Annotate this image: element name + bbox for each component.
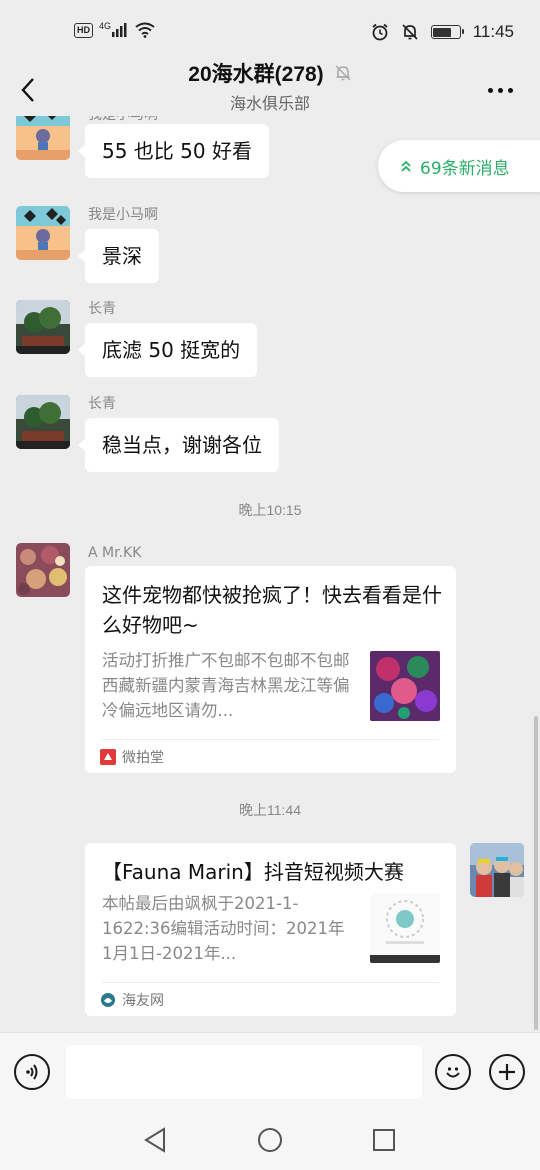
avatar-image — [16, 300, 70, 354]
more-button[interactable] — [480, 70, 520, 110]
wifi-icon — [135, 22, 155, 38]
avatar-image — [16, 543, 70, 597]
emoji-icon — [446, 1067, 460, 1078]
link-card[interactable]: 这件宠物都快被抢疯了！快去看看是什么好物吧~ 活动打折推广不包邮不包邮不包邮西藏… — [85, 566, 456, 773]
avatar-image — [470, 843, 524, 897]
status-right: 11:45 — [371, 22, 514, 42]
do-not-disturb-icon — [402, 24, 418, 40]
avatar-image — [16, 395, 70, 449]
voice-button[interactable] — [14, 1054, 50, 1090]
card-source-label: 微拍堂 — [122, 750, 164, 766]
emoji-button[interactable] — [435, 1054, 471, 1090]
avatar-image — [16, 116, 70, 160]
thumbnail-image — [370, 651, 440, 721]
timestamp: 晚上11:44 — [239, 802, 301, 818]
avatar[interactable] — [16, 395, 70, 449]
more-icon-dot — [497, 87, 503, 93]
new-messages-button[interactable]: 69条新消息 — [378, 140, 540, 192]
signal-icon — [112, 23, 127, 37]
nav-bar: 20海水群(278) 海水俱乐部 — [0, 63, 540, 116]
plus-button[interactable] — [489, 1054, 525, 1090]
chat-title: 20海水群(278) — [188, 63, 324, 86]
back-button[interactable] — [12, 70, 44, 110]
card-thumbnail — [370, 893, 440, 963]
chat-area[interactable]: 我是小马啊 55 也比 50 好看 我是小马啊 景深 长青 底滤 50 挺宽的 — [0, 116, 540, 1032]
sender-name: 我是小马啊 — [88, 207, 158, 223]
message-bubble[interactable]: 底滤 50 挺宽的 — [77, 323, 258, 377]
new-messages-label: 69条新消息 — [420, 158, 510, 179]
haiyou-logo-icon — [101, 993, 115, 1007]
home-circle-icon[interactable] — [257, 1127, 283, 1153]
status-left: HD 4G — [74, 21, 155, 38]
timestamp: 晚上10:15 — [238, 502, 302, 518]
avatar[interactable] — [16, 206, 70, 260]
mute-bell-icon — [335, 65, 351, 81]
card-source: 海友网 — [100, 990, 164, 1010]
plus-icon — [499, 1064, 515, 1080]
message-bubble[interactable]: 55 也比 50 好看 — [78, 124, 269, 178]
title-block: 20海水群(278) 海水俱乐部 — [0, 58, 540, 114]
message-input[interactable] — [66, 1045, 422, 1099]
sender-name: 长青 — [88, 301, 116, 317]
clock: 11:45 — [472, 22, 514, 41]
system-nav-bar — [0, 1110, 540, 1170]
card-description: 本帖最后由飒枫于2021-1-1622:36编辑活动时间：2021年1月1日-2… — [102, 894, 345, 963]
scrollbar[interactable] — [534, 716, 538, 1030]
card-title: 这件宠物都快被抢疯了！快去看看是什么好物吧~ — [102, 583, 442, 637]
status-bar: HD 4G 11:45 — [0, 0, 540, 64]
back-triangle-icon[interactable] — [142, 1126, 168, 1154]
voice-icon — [26, 1064, 38, 1080]
avatar-self[interactable] — [470, 843, 524, 897]
thumbnail-image — [370, 893, 440, 963]
card-description: 活动打折推广不包邮不包邮不包邮西藏新疆内蒙青海吉林黑龙江等偏冷偏远地区请勿... — [102, 651, 350, 720]
more-icon-dot — [507, 87, 513, 93]
weipaitang-logo-icon — [100, 749, 116, 765]
card-source-label: 海友网 — [122, 993, 164, 1009]
back-icon — [21, 78, 34, 102]
hd-badge: HD — [74, 22, 93, 38]
more-icon — [487, 87, 493, 93]
sender-name: 我是小马啊 — [88, 116, 158, 124]
card-divider — [102, 982, 439, 983]
alarm-icon — [372, 23, 388, 41]
sender-name: 长青 — [88, 396, 116, 412]
battery-fill — [433, 27, 451, 37]
double-chevron-up-icon — [401, 160, 411, 172]
card-thumbnail — [370, 651, 440, 721]
network-label: 4G — [99, 21, 112, 31]
chat-title-row: 20海水群(278) — [188, 58, 351, 88]
chat-subtitle: 海水俱乐部 — [229, 94, 310, 113]
card-title: 【Fauna Marin】抖音短视频大赛 — [102, 860, 404, 884]
link-card[interactable]: 【Fauna Marin】抖音短视频大赛 本帖最后由飒枫于2021-1-1622… — [85, 843, 456, 1016]
recents-square-icon[interactable] — [372, 1128, 396, 1152]
message-bubble[interactable]: 稳当点，谢谢各位 — [78, 418, 279, 472]
sender-name: A Mr.KK — [88, 545, 142, 561]
avatar[interactable] — [16, 300, 70, 354]
card-divider — [102, 739, 439, 740]
card-source: 微拍堂 — [100, 747, 164, 767]
message-bubble[interactable]: 景深 — [78, 229, 159, 283]
avatar[interactable] — [16, 543, 70, 597]
avatar[interactable] — [16, 116, 70, 160]
battery-icon — [430, 25, 464, 39]
input-bar — [0, 1032, 540, 1110]
avatar-image — [16, 206, 70, 260]
